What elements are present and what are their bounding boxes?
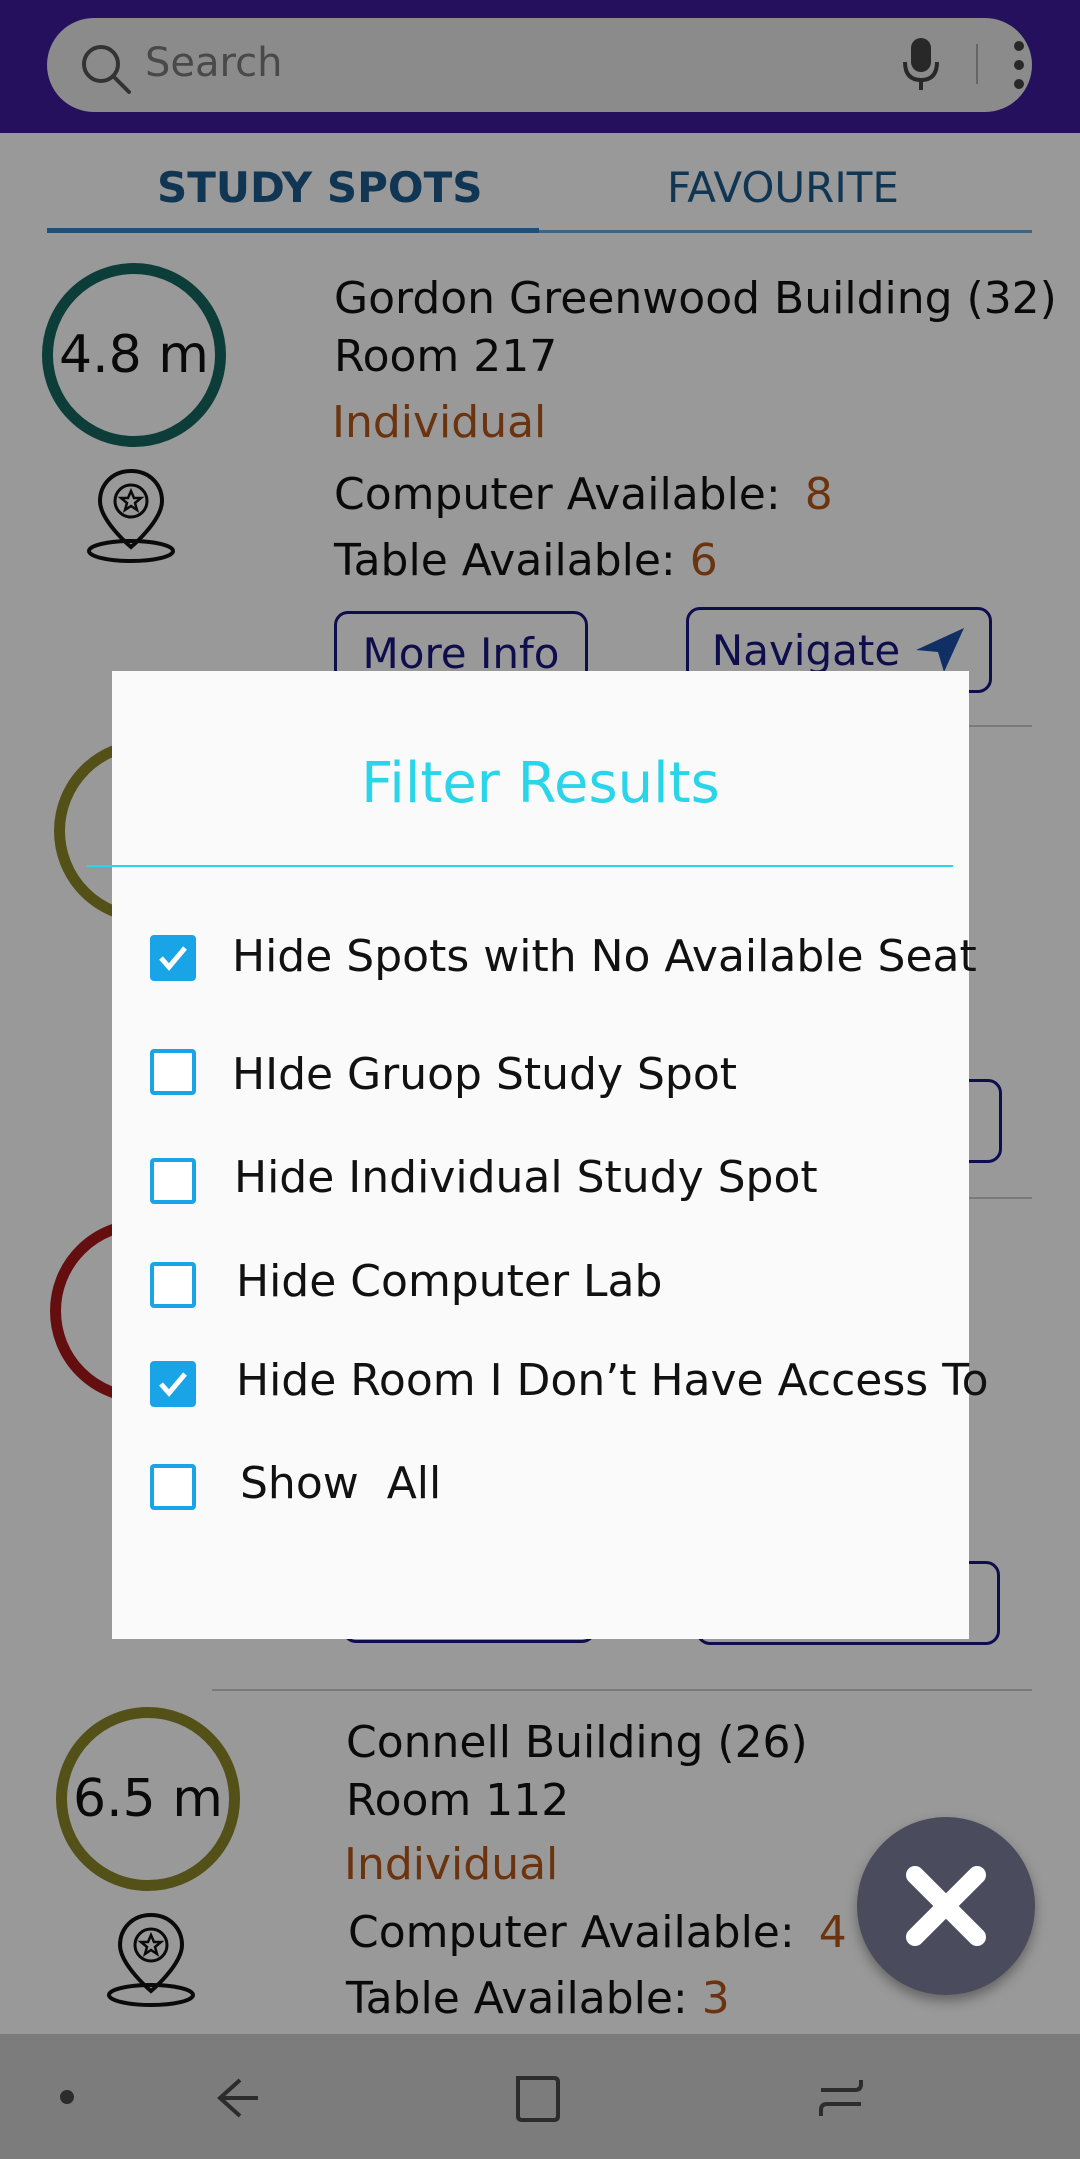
- checkbox[interactable]: [150, 1049, 196, 1095]
- close-fab-button[interactable]: [857, 1817, 1035, 1995]
- recent-apps-icon[interactable]: [815, 2070, 871, 2126]
- filter-option-label: Hide Individual Study Spot: [234, 1152, 818, 1203]
- check-icon: [159, 946, 187, 971]
- filter-option-label: Hide Spots with No Available Seat: [232, 931, 977, 982]
- checkbox[interactable]: [150, 1464, 196, 1510]
- home-icon[interactable]: [510, 2070, 566, 2126]
- check-icon: [159, 1372, 187, 1397]
- filter-option-label: Hide Computer Lab: [236, 1256, 663, 1307]
- checkbox[interactable]: [150, 1158, 196, 1204]
- filter-option-label: HIde Gruop Study Spot: [232, 1049, 738, 1100]
- nav-dot-icon[interactable]: [60, 2090, 74, 2104]
- filter-option-label: Show All: [240, 1458, 442, 1509]
- dialog-title: Filter Results: [361, 751, 720, 816]
- filter-option-label: Hide Room I Don’t Have Access To: [236, 1355, 989, 1406]
- system-nav-bar: [0, 2034, 1080, 2159]
- checkbox-checked[interactable]: [150, 1361, 196, 1407]
- checkbox-checked[interactable]: [150, 935, 196, 981]
- checkbox[interactable]: [150, 1262, 196, 1308]
- filter-dialog: Filter Results Hide Spots with No Availa…: [87, 671, 989, 1639]
- back-icon[interactable]: [210, 2070, 266, 2126]
- close-icon: [906, 1866, 986, 1946]
- dialog-divider: [87, 865, 953, 867]
